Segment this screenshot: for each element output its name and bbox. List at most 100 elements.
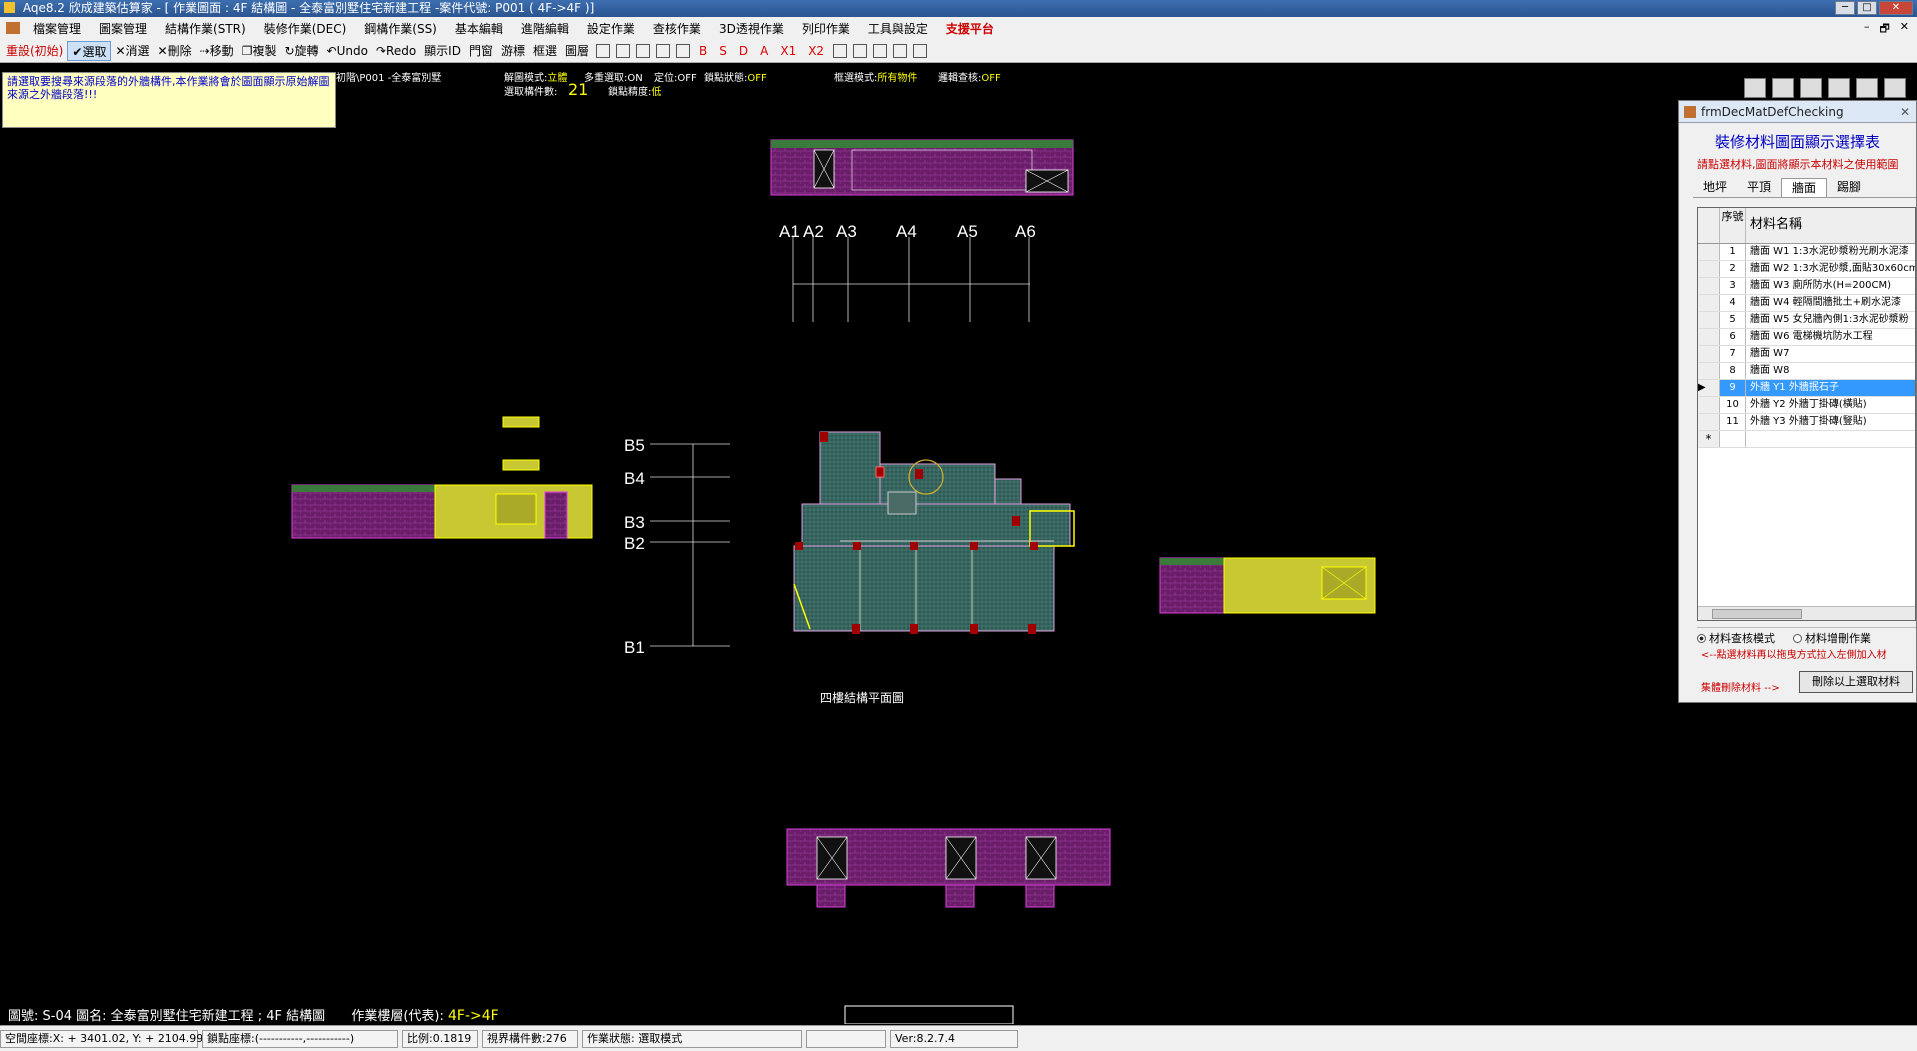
table-row[interactable]: 8 牆面 W8	[1698, 363, 1915, 380]
tab-ceiling[interactable]: 平頂	[1737, 178, 1781, 197]
drawing-canvas[interactable]: A1 A2 A3 A4 A5 A6 B5 B4 B3 B2 B1 四樓結構平面圖	[0, 64, 1680, 1024]
tab-wall[interactable]: 牆面	[1781, 178, 1828, 197]
redo-button[interactable]: ↷Redo	[372, 41, 420, 61]
cursor-button[interactable]: 游標	[497, 41, 529, 61]
confirm-icon[interactable]	[1884, 78, 1906, 98]
menu-check[interactable]: 查核作業	[644, 20, 710, 37]
snap-precision-value: 低	[651, 87, 662, 98]
elevation-north[interactable]	[770, 139, 1074, 196]
box-select-button[interactable]: 框選	[529, 41, 561, 61]
table-row[interactable]: 10 外牆 Y2 外牆丁掛磚(橫貼)	[1698, 397, 1915, 414]
row-selector[interactable]	[1698, 414, 1720, 430]
elevation-south[interactable]	[786, 828, 1111, 908]
panel-close-button[interactable]: ✕	[1900, 101, 1910, 123]
table-row-selected[interactable]: ▶ 9 外牆 Y1 外牆抿石子	[1698, 380, 1915, 397]
mdi-close-button[interactable]: ✕	[1900, 20, 1909, 39]
menu-drawing[interactable]: 圖案管理	[90, 20, 156, 37]
cancel-select-button[interactable]: ✕消選	[111, 41, 153, 61]
mdi-restore-button[interactable]: 🗗	[1879, 20, 1889, 39]
menu-settings[interactable]: 設定作業	[578, 20, 644, 37]
crosshair-icon[interactable]	[616, 43, 631, 58]
profile-icon[interactable]	[1828, 78, 1850, 98]
row-selector[interactable]	[1698, 329, 1720, 345]
menu-file[interactable]: 檔案管理	[24, 20, 90, 37]
close-button[interactable]: ✕	[1879, 1, 1913, 15]
filter-x1-button[interactable]: X1	[774, 44, 802, 58]
row-selector[interactable]	[1698, 295, 1720, 311]
table-row[interactable]: 3 牆面 W3 廁所防水(H=200CM)	[1698, 278, 1915, 295]
rectangle-icon[interactable]	[893, 43, 908, 58]
col-no-header[interactable]: 序號	[1720, 208, 1746, 243]
radio-check-mode[interactable]: 材料查核模式	[1697, 630, 1775, 645]
new-row[interactable]: *	[1698, 431, 1915, 448]
menu-advanced-edit[interactable]: 進階編輯	[512, 20, 578, 37]
table-row[interactable]: 5 牆面 W5 女兒牆內側1:3水泥砂漿粉	[1698, 312, 1915, 329]
row-selector[interactable]	[1698, 278, 1720, 294]
angle-icon[interactable]	[676, 43, 691, 58]
grid-icon[interactable]	[656, 43, 671, 58]
new-row-name[interactable]	[1746, 431, 1915, 447]
filter-x2-button[interactable]: X2	[802, 44, 830, 58]
menu-structure[interactable]: 結構作業(STR)	[156, 20, 255, 37]
col-name-header[interactable]: 材料名稱	[1746, 208, 1915, 243]
table-row[interactable]: 2 牆面 W2 1:3水泥砂漿,面貼30x60cm	[1698, 261, 1915, 278]
maximize-button[interactable]: □	[1857, 1, 1877, 15]
table-row[interactable]: 11 外牆 Y3 外牆丁掛磚(豎貼)	[1698, 414, 1915, 431]
scrollbar-thumb[interactable]	[1712, 609, 1802, 619]
copy-button[interactable]: ❐複製	[238, 41, 281, 61]
zoom-window-icon[interactable]	[913, 43, 928, 58]
menu-decoration[interactable]: 裝修作業(DEC)	[255, 20, 356, 37]
menu-print[interactable]: 列印作業	[793, 20, 859, 37]
menu-basic-edit[interactable]: 基本編輯	[446, 20, 512, 37]
table-row[interactable]: 6 牆面 W6 電梯機坑防水工程	[1698, 329, 1915, 346]
tile-icon[interactable]	[1856, 78, 1878, 98]
show-id-button[interactable]: 顯示ID	[420, 41, 465, 61]
filter-b-button[interactable]: B	[693, 44, 713, 58]
row-selector-arrow-icon[interactable]: ▶	[1698, 380, 1720, 396]
new-row-no[interactable]	[1720, 431, 1746, 447]
row-selector[interactable]	[1698, 261, 1720, 277]
table-row[interactable]: 7 牆面 W7	[1698, 346, 1915, 363]
mdi-minimize-button[interactable]: –	[1864, 20, 1870, 39]
delete-button[interactable]: ✕刪除	[154, 41, 196, 61]
row-selector[interactable]	[1698, 346, 1720, 362]
filter-d-button[interactable]: D	[733, 44, 754, 58]
menu-3d[interactable]: 3D透視作業	[710, 20, 793, 37]
door-window-button[interactable]: 門窗	[465, 41, 497, 61]
list-icon[interactable]	[1800, 78, 1822, 98]
row-selector[interactable]	[1698, 312, 1720, 328]
table-row[interactable]: 1 牆面 W1 1:3水泥砂漿粉光刷水泥漆	[1698, 244, 1915, 261]
floor-plan[interactable]	[793, 431, 1075, 634]
rotate-button[interactable]: ↻旋轉	[280, 41, 322, 61]
minimize-button[interactable]: ─	[1835, 1, 1855, 15]
zoom-extent-icon[interactable]	[873, 43, 888, 58]
select-button[interactable]: ✔選取	[67, 40, 112, 61]
radio-add-mode[interactable]: 材料增刪作業	[1793, 630, 1871, 645]
snap-icon[interactable]	[636, 43, 651, 58]
window-icon[interactable]	[833, 43, 848, 58]
delete-selected-button[interactable]: 刪除以上選取材料	[1799, 671, 1913, 693]
reset-button[interactable]: 重設(初始)	[2, 41, 67, 61]
table-row[interactable]: 4 牆面 W4 輕隔間牆批土+刷水泥漆	[1698, 295, 1915, 312]
menu-support[interactable]: 支援平台	[937, 20, 1003, 37]
menu-steel[interactable]: 鋼構作業(SS)	[355, 20, 446, 37]
move-button[interactable]: ⇢移動	[196, 41, 238, 61]
elevation-west[interactable]	[291, 416, 593, 539]
tab-floor[interactable]: 地坪	[1693, 178, 1737, 197]
row-selector[interactable]	[1698, 397, 1720, 413]
zoom-in-icon[interactable]	[853, 43, 868, 58]
layer-button[interactable]: 圖層	[561, 41, 593, 61]
elevation-east[interactable]	[1159, 557, 1376, 614]
horizontal-scrollbar[interactable]	[1698, 606, 1915, 620]
tab-skirting[interactable]: 踢腳	[1827, 178, 1871, 197]
row-selector[interactable]	[1698, 363, 1720, 379]
cube-icon[interactable]	[596, 43, 611, 58]
layer-up-icon[interactable]	[1744, 78, 1766, 98]
filter-a-button[interactable]: A	[754, 44, 774, 58]
mdi-document-icon[interactable]	[6, 22, 20, 34]
row-selector[interactable]	[1698, 244, 1720, 260]
menu-tools[interactable]: 工具與設定	[859, 20, 937, 37]
undo-button[interactable]: ↶Undo	[323, 41, 372, 61]
filter-s-button[interactable]: S	[713, 44, 733, 58]
layer-down-icon[interactable]	[1772, 78, 1794, 98]
